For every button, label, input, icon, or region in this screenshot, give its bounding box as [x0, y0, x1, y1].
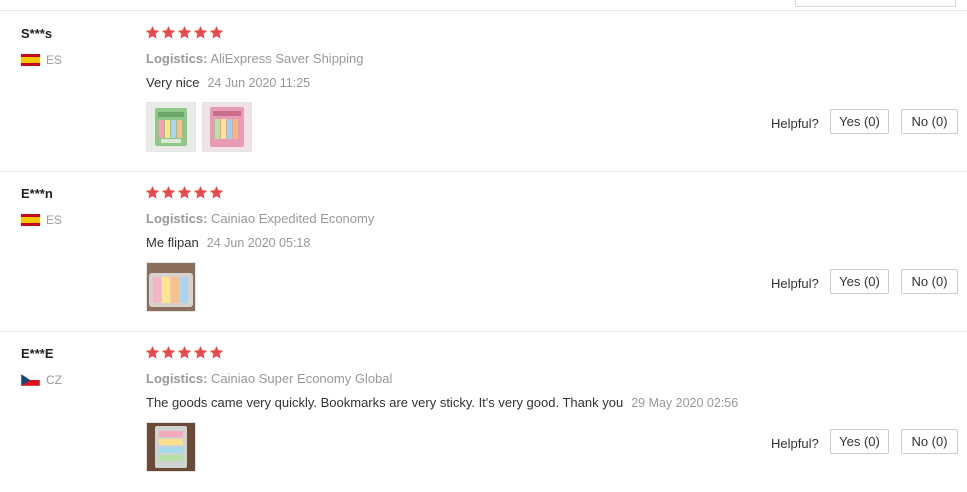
spain-flag-icon: [21, 54, 40, 66]
photo-image: [147, 423, 195, 471]
review-photos: [146, 262, 196, 312]
review-photo-thumbnail[interactable]: [146, 422, 196, 472]
helpful-no-button[interactable]: No (0): [901, 269, 958, 294]
czech-flag-icon: [21, 374, 40, 386]
review-content: Me flipan 24 Jun 2020 05:18: [146, 235, 310, 250]
review-content: Very nice 24 Jun 2020 11:25: [146, 75, 310, 90]
star-icon: [145, 185, 160, 200]
logistics-info: Logistics: Cainiao Expedited Economy: [146, 211, 374, 226]
star-icon: [209, 345, 224, 360]
star-rating: [145, 25, 224, 43]
review-date: 24 Jun 2020 11:25: [207, 76, 311, 90]
helpful-label: Helpful?: [771, 436, 819, 451]
review-date: 29 May 2020 02:56: [631, 396, 739, 410]
star-rating: [145, 185, 224, 203]
logistics-value: Cainiao Expedited Economy: [211, 211, 375, 226]
logistics-label: Logistics:: [146, 51, 208, 66]
photo-image: [147, 263, 195, 311]
star-icon: [177, 185, 192, 200]
star-icon: [145, 345, 160, 360]
review-content: The goods came very quickly. Bookmarks a…: [146, 395, 738, 410]
helpful-yes-button[interactable]: Yes (0): [830, 109, 889, 134]
photo-image: [147, 103, 195, 151]
logistics-value: Cainiao Super Economy Global: [211, 371, 393, 386]
review-text: Me flipan: [146, 235, 199, 250]
helpful-no-button[interactable]: No (0): [901, 109, 958, 134]
star-icon: [193, 25, 208, 40]
helpful-no-button[interactable]: No (0): [901, 429, 958, 454]
review-date: 24 Jun 2020 05:18: [206, 236, 311, 250]
review-photo-thumbnail[interactable]: [146, 262, 196, 312]
logistics-label: Logistics:: [146, 371, 208, 386]
sort-dropdown-edge[interactable]: [795, 0, 956, 7]
review-photos: [146, 422, 196, 472]
review-photos: [146, 102, 252, 152]
logistics-label: Logistics:: [146, 211, 208, 226]
star-icon: [193, 185, 208, 200]
logistics-value: AliExpress Saver Shipping: [210, 51, 364, 66]
star-icon: [177, 345, 192, 360]
star-icon: [193, 345, 208, 360]
reviewer-name: E***n: [21, 186, 53, 201]
logistics-info: Logistics: Cainiao Super Economy Global: [146, 371, 392, 386]
star-icon: [177, 25, 192, 40]
logistics-info: Logistics: AliExpress Saver Shipping: [146, 51, 364, 66]
review-item: S***s ES Logistics: AliExpress Saver Shi…: [0, 12, 967, 172]
reviewer-name: S***s: [21, 26, 53, 41]
review-photo-thumbnail[interactable]: [202, 102, 252, 152]
helpful-label: Helpful?: [771, 276, 819, 291]
star-icon: [161, 345, 176, 360]
star-icon: [161, 25, 176, 40]
review-photo-thumbnail[interactable]: [146, 102, 196, 152]
helpful-yes-button[interactable]: Yes (0): [830, 429, 889, 454]
review-text: Very nice: [146, 75, 200, 90]
review-item: E***n ES Logistics: Cainiao Expedited Ec…: [0, 172, 967, 332]
reviewer-country: CZ: [46, 373, 62, 387]
star-icon: [161, 185, 176, 200]
helpful-label: Helpful?: [771, 116, 819, 131]
top-divider: [0, 10, 967, 11]
review-text: The goods came very quickly. Bookmarks a…: [146, 395, 624, 410]
review-item: E***E CZ Logistics: Cainiao Super Econom…: [0, 332, 967, 492]
photo-image: [203, 103, 251, 151]
reviewer-country: ES: [46, 213, 63, 227]
reviewer-country: ES: [46, 53, 63, 67]
spain-flag-icon: [21, 214, 40, 226]
star-rating: [145, 345, 224, 363]
star-icon: [145, 25, 160, 40]
star-icon: [209, 185, 224, 200]
reviewer-name: E***E: [21, 346, 54, 361]
star-icon: [209, 25, 224, 40]
helpful-yes-button[interactable]: Yes (0): [830, 269, 889, 294]
